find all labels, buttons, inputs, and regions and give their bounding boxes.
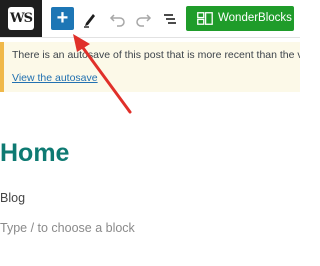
undo-icon[interactable]: [108, 9, 128, 29]
paragraph-block[interactable]: Blog: [0, 191, 25, 205]
block-placeholder[interactable]: Type / to choose a block: [0, 221, 135, 235]
wonderblocks-label: WonderBlocks: [218, 12, 292, 24]
editor-page: WS + WonderBlocks There is an autosave o…: [0, 0, 300, 266]
autosave-notice: There is an autosave of this post that i…: [0, 42, 300, 92]
pen-icon[interactable]: [80, 9, 100, 29]
list-view-icon[interactable]: [160, 9, 180, 29]
view-autosave-link[interactable]: View the autosave: [12, 72, 98, 84]
wonderblocks-button[interactable]: WonderBlocks: [186, 6, 294, 31]
logo-mark: WS: [8, 7, 34, 30]
redo-icon[interactable]: [133, 9, 153, 29]
editor-toolbar: WS + WonderBlocks: [0, 0, 300, 38]
site-logo[interactable]: WS: [0, 0, 42, 37]
page-title[interactable]: Home: [0, 138, 69, 168]
notice-message: There is an autosave of this post that i…: [12, 49, 300, 61]
inserter-button[interactable]: +: [51, 7, 74, 30]
blocks-icon: [197, 12, 213, 25]
